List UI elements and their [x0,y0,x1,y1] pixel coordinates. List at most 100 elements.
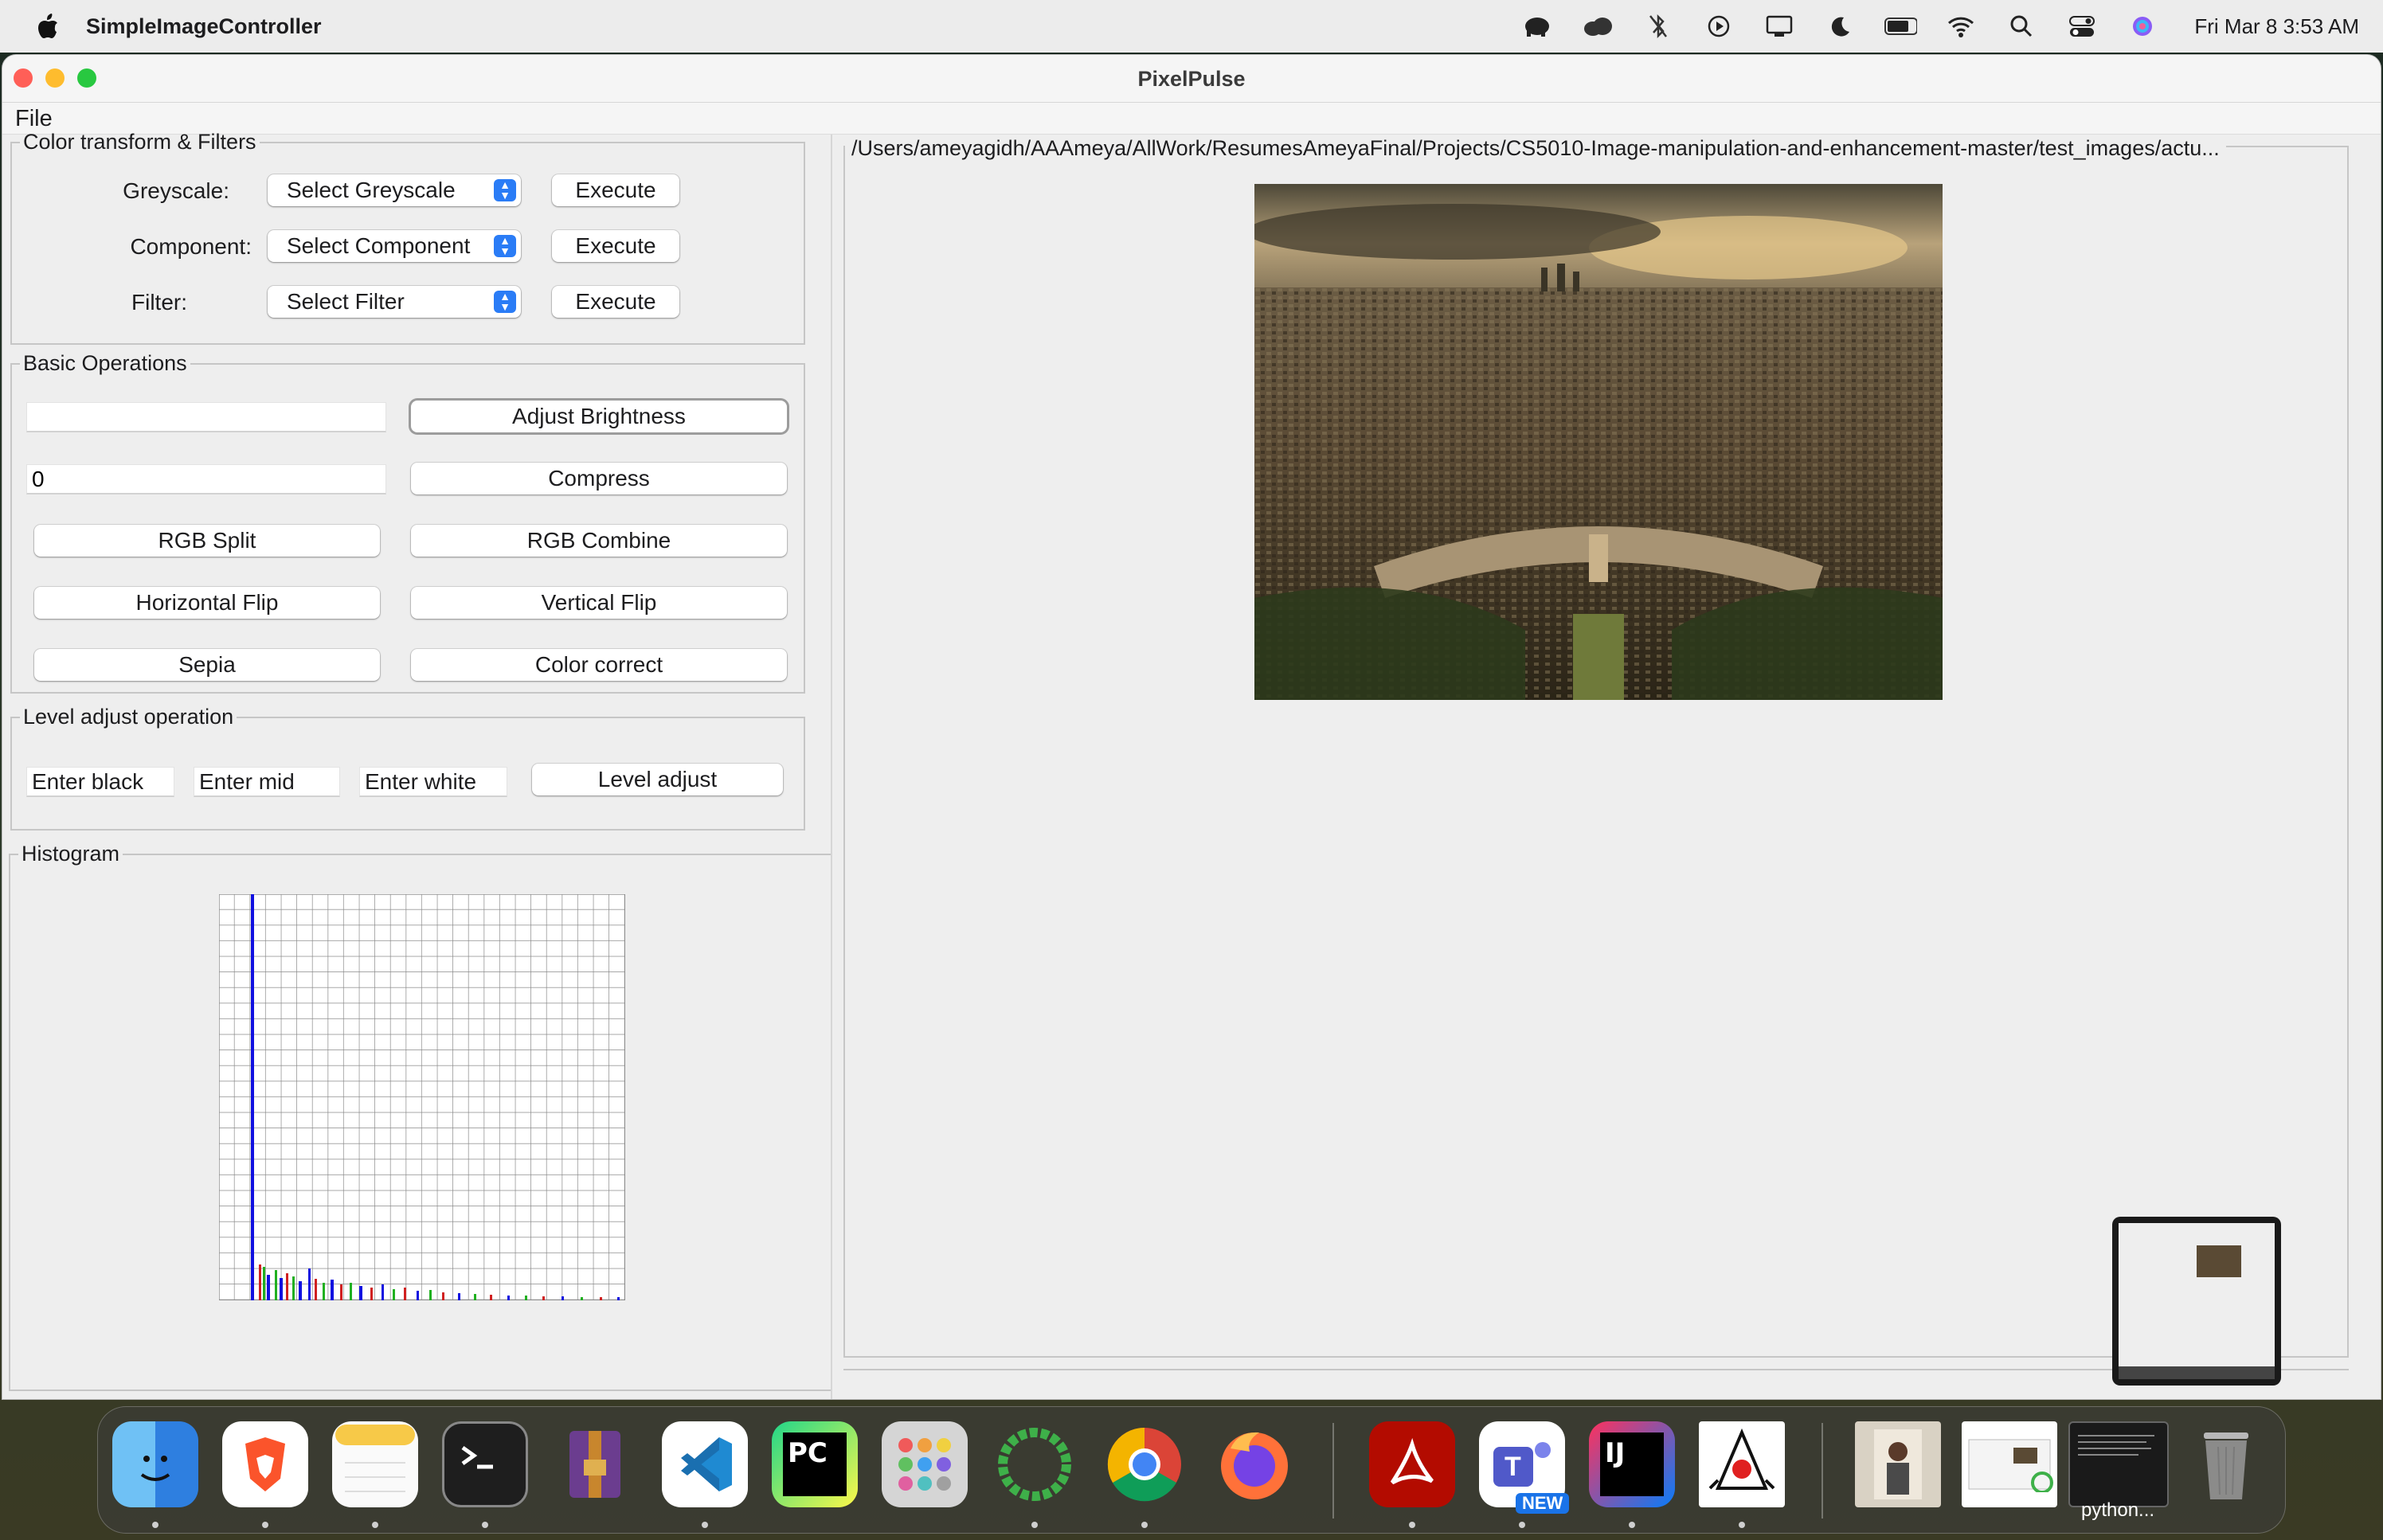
trash-icon[interactable] [2183,1421,2269,1507]
title-bar: PixelPulse [2,55,2381,103]
mid-level-input[interactable] [194,767,340,797]
vscode-icon[interactable] [662,1421,748,1507]
running-indicator [702,1522,708,1528]
greyscale-label: Greyscale: [123,178,229,203]
photo-stack-icon[interactable] [1855,1421,1941,1507]
firefox-icon[interactable] [1211,1421,1297,1507]
menu-bar: SimpleImageController Fri Mar 8 3:53 AM [0,0,2383,53]
white-level-input[interactable] [359,767,507,797]
running-indicator [262,1522,268,1528]
notes-icon[interactable] [332,1421,418,1507]
thumbnail-dock [2119,1366,2275,1379]
running-indicator [1409,1522,1415,1528]
java-icon[interactable] [1699,1421,1785,1507]
chevron-updown-icon: ▲ ▼ [494,235,516,257]
running-indicator [1141,1522,1148,1528]
controls-panel: Color transform & Filters Greyscale: Sel… [2,130,839,1399]
black-level-input[interactable] [26,767,174,797]
split-divider[interactable] [831,135,832,1399]
running-indicator [1031,1522,1038,1528]
color-correct-button[interactable]: Color correct [411,649,787,681]
pycharm-icon[interactable]: PC [772,1421,858,1507]
close-button[interactable] [14,68,33,88]
component-select[interactable]: Select Component ▲ ▼ [268,230,521,262]
terminal-icon[interactable] [442,1421,528,1507]
rgb-combine-button[interactable]: RGB Combine [411,525,787,557]
thumbnail-preview [2119,1223,2275,1379]
histogram-plot [218,893,626,1301]
intellij-icon[interactable]: IJ [1589,1421,1675,1507]
histogram-legend: Histogram [22,842,120,866]
histogram-chart [218,893,626,1301]
python-window-label: python... [2081,1499,2155,1521]
adjust-brightness-button[interactable]: Adjust Brightness [411,401,787,432]
screenshot-thumbnail[interactable] [2112,1217,2281,1386]
control-center-icon[interactable] [2065,10,2099,43]
running-indicator [1519,1522,1525,1528]
apple-icon[interactable] [32,10,64,42]
brightness-input[interactable] [26,402,386,432]
intellij-logo: IJ [1600,1433,1664,1496]
search-icon[interactable] [2005,10,2038,43]
svg-text:T: T [1505,1452,1521,1482]
basic-operations-legend: Basic Operations [23,351,187,375]
battery-icon[interactable] [1884,10,1918,43]
anaconda-icon[interactable] [992,1421,1078,1507]
chevron-updown-icon: ▲ ▼ [494,291,516,313]
image-panel: /Users/ameyagidh/AAAmeya/AllWork/Resumes… [843,136,2349,1358]
greyscale-select[interactable]: Select Greyscale ▲ ▼ [268,174,521,206]
play-circle-icon[interactable] [1702,10,1735,43]
elephant-icon[interactable] [1520,10,1554,43]
image-path-label: /Users/ameyagidh/AAAmeya/AllWork/Resumes… [845,136,2226,161]
bluetooth-off-icon[interactable] [1641,10,1675,43]
screenshot-stack-icon[interactable] [1962,1421,2057,1507]
app-window: PixelPulse File Color transform & Filter… [2,54,2381,1400]
thumbnail-image [2197,1245,2241,1277]
component-label: Component: [130,234,252,259]
filter-select-value: Select Filter [287,289,405,314]
pycharm-logo: PC [783,1433,847,1496]
greyscale-select-value: Select Greyscale [287,178,456,202]
color-transform-legend: Color transform & Filters [23,130,256,154]
file-menu[interactable]: File [15,106,53,131]
zoom-button[interactable] [77,68,96,88]
running-indicator [372,1522,378,1528]
minimize-button[interactable] [45,68,65,88]
filter-label: Filter: [131,290,187,315]
filter-select[interactable]: Select Filter ▲ ▼ [268,286,521,318]
python-window-icon[interactable] [2068,1421,2169,1507]
level-adjust-button[interactable]: Level adjust [532,764,783,795]
chrome-icon[interactable] [1102,1421,1188,1507]
teams-new-badge: NEW [1516,1493,1570,1514]
acrobat-icon[interactable] [1369,1421,1455,1507]
running-indicator [152,1522,158,1528]
wifi-icon[interactable] [1944,10,1978,43]
siri-icon[interactable] [2126,10,2159,43]
component-select-value: Select Component [287,233,471,258]
brave-icon[interactable] [222,1421,308,1507]
running-indicator [1739,1522,1745,1528]
rar-extractor-icon[interactable] [552,1421,638,1507]
horizontal-flip-button[interactable]: Horizontal Flip [34,587,380,619]
dock-separator [1821,1423,1823,1519]
menubar-clock[interactable]: Fri Mar 8 3:53 AM [2194,14,2359,39]
sepia-button[interactable]: Sepia [34,649,380,681]
finder-icon[interactable] [112,1421,198,1507]
execute-filter-button[interactable]: Execute [552,286,679,318]
execute-component-button[interactable]: Execute [552,230,679,262]
launchpad-icon[interactable] [882,1421,968,1507]
compress-button[interactable]: Compress [411,463,787,494]
level-adjust-legend: Level adjust operation [23,705,234,729]
active-app-name[interactable]: SimpleImageController [86,14,322,39]
running-indicator [482,1522,488,1528]
execute-greyscale-button[interactable]: Execute [552,174,679,206]
cloud-icon[interactable] [1581,10,1614,43]
running-indicator [1629,1522,1635,1528]
window-title: PixelPulse [1137,67,1246,91]
display-icon[interactable] [1763,10,1796,43]
vertical-flip-button[interactable]: Vertical Flip [411,587,787,619]
rgb-split-button[interactable]: RGB Split [34,525,380,557]
compress-input[interactable] [26,464,386,494]
moon-icon[interactable] [1823,10,1857,43]
image-preview [1254,184,1943,700]
